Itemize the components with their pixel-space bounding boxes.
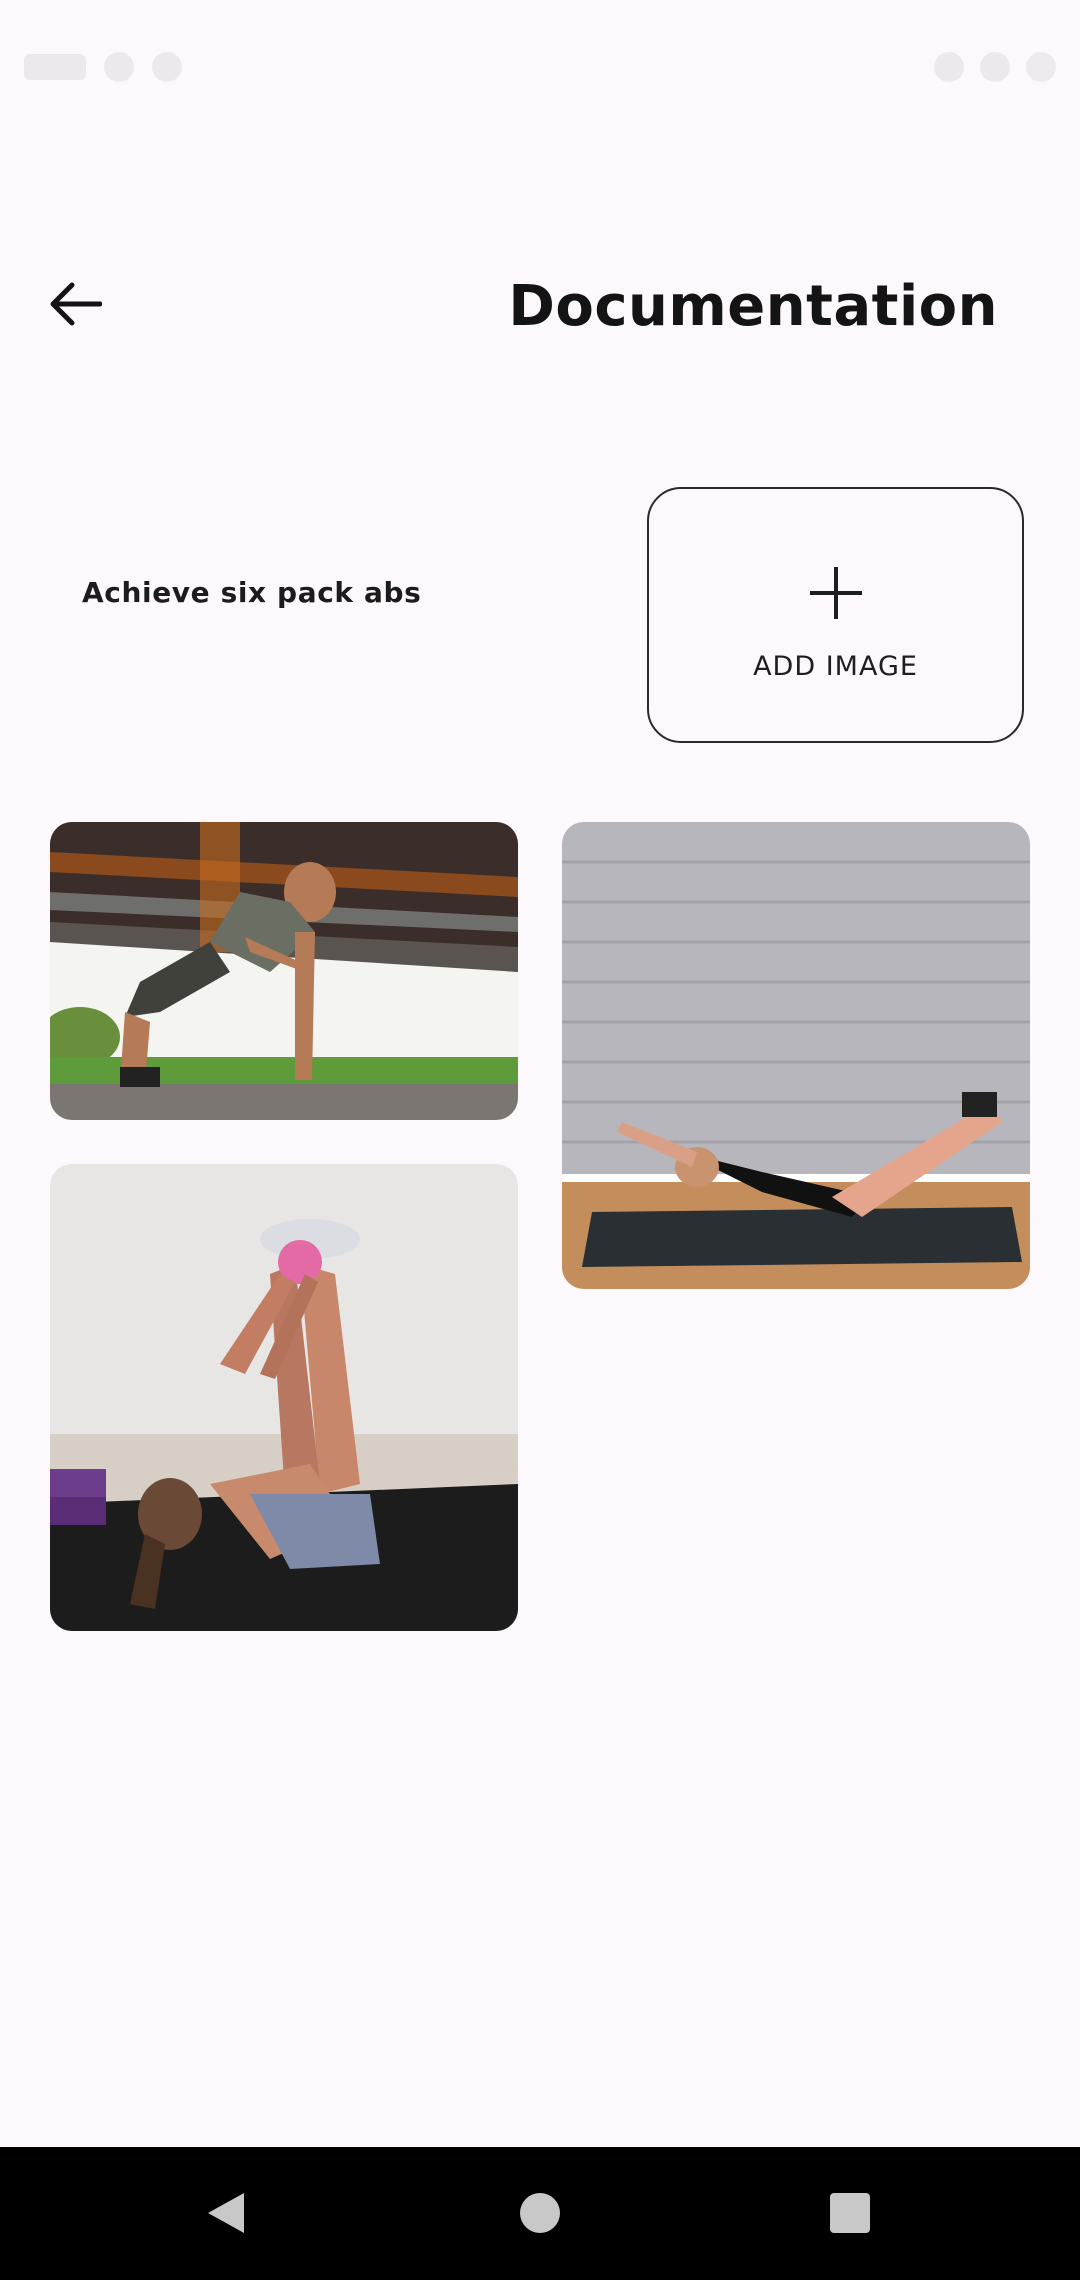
nav-back-button[interactable] xyxy=(184,2171,268,2255)
nav-recents-button[interactable] xyxy=(808,2171,892,2255)
back-button[interactable] xyxy=(40,268,112,340)
wifi-icon xyxy=(934,52,964,82)
signal-icon xyxy=(980,52,1010,82)
plus-icon xyxy=(809,567,862,619)
status-bar xyxy=(0,0,1080,130)
status-right xyxy=(934,52,1056,82)
gallery-image-v-ups[interactable] xyxy=(562,822,1030,1289)
arrow-left-icon xyxy=(50,282,102,326)
circle-home-icon xyxy=(520,2193,560,2233)
notification-icon xyxy=(152,52,182,82)
v-ups-photo xyxy=(562,822,1030,1289)
add-image-label: ADD IMAGE xyxy=(753,651,918,682)
gallery-image-push-up[interactable] xyxy=(50,822,518,1120)
goal-label: Achieve six pack abs xyxy=(82,576,422,609)
push-up-photo xyxy=(50,822,518,1120)
gallery-image-toe-reach[interactable] xyxy=(50,1164,518,1631)
nav-home-button[interactable] xyxy=(498,2171,582,2255)
status-left xyxy=(24,52,182,82)
page-title: Documentation xyxy=(508,274,998,339)
system-nav-bar xyxy=(0,2147,1080,2280)
triangle-back-icon xyxy=(208,2193,244,2233)
add-image-button[interactable]: ADD IMAGE xyxy=(647,487,1024,743)
battery-icon xyxy=(1026,52,1056,82)
square-recents-icon xyxy=(830,2193,870,2233)
clock-placeholder xyxy=(24,54,86,80)
notification-icon xyxy=(104,52,134,82)
toe-reach-photo xyxy=(50,1164,518,1631)
